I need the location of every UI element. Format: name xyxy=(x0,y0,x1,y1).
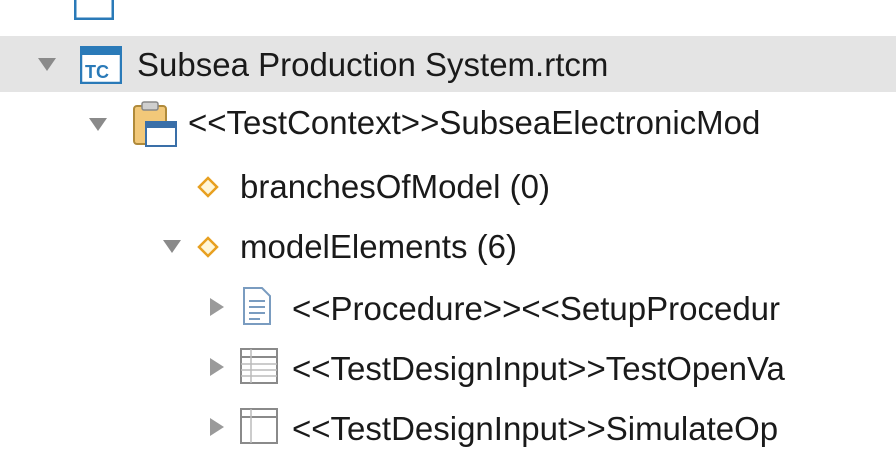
tree-row-simulate[interactable]: <<TestDesignInput>>SimulateOp xyxy=(0,400,896,454)
table-icon xyxy=(240,408,278,449)
tree-row-branches-of-model-label: branchesOfModel (0) xyxy=(240,168,550,205)
tree-row-test-context[interactable]: <<TestContext>>SubseaElectronicMod xyxy=(0,96,896,150)
tree-row-branches-of-model[interactable]: branchesOfModel (0) xyxy=(0,160,896,214)
svg-text:TC: TC xyxy=(85,62,109,82)
tree-row-test-design-input-label: <<TestDesignInput>>TestOpenVa xyxy=(292,350,785,387)
expand-toggle[interactable] xyxy=(38,58,56,71)
expand-toggle[interactable] xyxy=(210,418,224,436)
tree-row-test-design-input[interactable]: <<TestDesignInput>>TestOpenVa xyxy=(0,340,896,394)
tree-row-procedure[interactable]: <<Procedure>><<SetupProcedur xyxy=(0,280,896,334)
expand-toggle[interactable] xyxy=(89,118,107,131)
expand-toggle[interactable] xyxy=(163,240,181,253)
tree-row-root[interactable]: TC Subsea Production System.rtcm xyxy=(0,36,896,92)
expand-toggle[interactable] xyxy=(210,358,224,376)
file-icon xyxy=(73,0,115,25)
tree-row-test-context-label: <<TestContext>>SubseaElectronicMod xyxy=(188,104,761,141)
tree-row-procedure-label: <<Procedure>><<SetupProcedur xyxy=(292,290,781,327)
clipboard-icon xyxy=(128,100,178,155)
tree-row-simulate-label: <<TestDesignInput>>SimulateOp xyxy=(292,410,779,447)
tree-row-partial[interactable] xyxy=(0,0,896,26)
tree-row-model-elements[interactable]: modelElements (6) xyxy=(0,220,896,274)
tree-row-root-label: Subsea Production System.rtcm xyxy=(137,46,609,83)
tc-file-icon: TC xyxy=(79,45,123,89)
expand-toggle[interactable] xyxy=(210,298,224,316)
diamond-icon xyxy=(197,176,219,203)
tree-row-model-elements-label: modelElements (6) xyxy=(240,228,517,265)
table-icon xyxy=(240,348,278,389)
diamond-icon xyxy=(197,236,219,263)
document-icon xyxy=(242,286,272,331)
